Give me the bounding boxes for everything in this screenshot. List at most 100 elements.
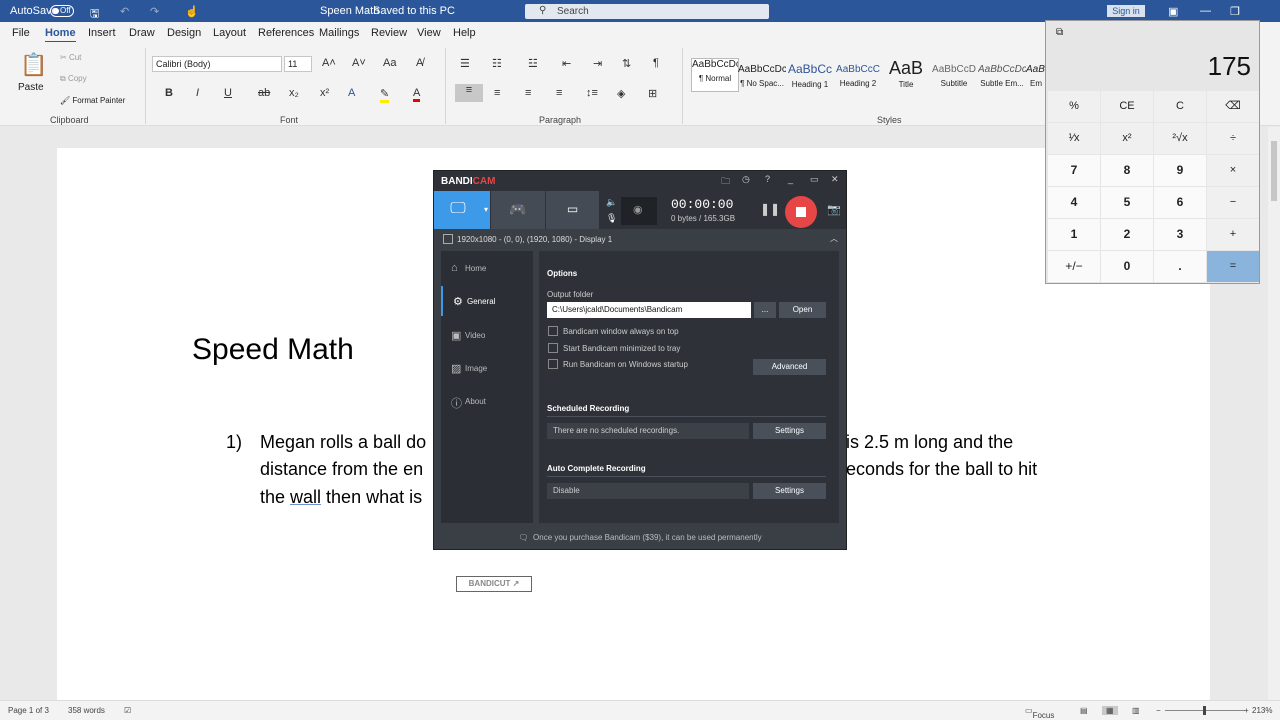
sidebar-item-image[interactable]: ▨ Image bbox=[441, 353, 533, 383]
tab-view[interactable]: View bbox=[417, 27, 441, 39]
font-name-select[interactable]: Calibri (Body) bbox=[152, 56, 282, 72]
always-on-top-checkbox[interactable] bbox=[548, 326, 558, 336]
undo-icon[interactable]: ↶ bbox=[120, 5, 129, 18]
search-box[interactable]: ⚲ Search bbox=[525, 4, 769, 19]
tab-design[interactable]: Design bbox=[167, 27, 201, 39]
align-center-icon[interactable]: ≡ bbox=[494, 87, 500, 99]
question-line-3[interactable]: the wall then what is bbox=[260, 487, 422, 508]
digit-7-key[interactable]: 7 bbox=[1048, 155, 1100, 186]
purchase-notice[interactable]: Once you purchase Bandicam ($39), it can… bbox=[533, 533, 762, 542]
grow-font-icon[interactable]: A˄ bbox=[322, 57, 336, 69]
folder-icon[interactable]: 🗀 bbox=[721, 174, 730, 190]
zoom-out-icon[interactable]: − bbox=[1156, 706, 1161, 715]
numbering-icon[interactable]: ☷ bbox=[492, 57, 502, 70]
add-key[interactable]: + bbox=[1207, 219, 1259, 250]
close-icon[interactable]: ✕ bbox=[831, 174, 839, 185]
negate-key[interactable]: +/− bbox=[1048, 251, 1100, 282]
font-color-icon[interactable]: A bbox=[413, 87, 421, 102]
minimize-icon[interactable]: — bbox=[1200, 5, 1211, 17]
saved-status[interactable]: Saved to this PC bbox=[373, 5, 455, 17]
equals-key[interactable]: = bbox=[1207, 251, 1259, 282]
subscript-icon[interactable]: x₂ bbox=[289, 87, 299, 99]
document-title[interactable]: Speed Math bbox=[192, 333, 354, 367]
line-spacing-icon[interactable]: ↕≡ bbox=[586, 87, 598, 99]
backspace-key[interactable]: ⌫ bbox=[1207, 91, 1259, 122]
sidebar-item-home[interactable]: ⌂ Home bbox=[441, 253, 533, 283]
style-heading-1[interactable]: AaBbCc Heading 1 bbox=[786, 62, 834, 89]
signin-button[interactable]: Sign in bbox=[1107, 5, 1145, 17]
device-mode-button[interactable]: ▭ bbox=[546, 191, 599, 229]
digit-9-key[interactable]: 9 bbox=[1154, 155, 1206, 186]
increase-indent-icon[interactable]: ⇥ bbox=[593, 57, 602, 70]
bandicut-button[interactable]: BANDICUT ↗ bbox=[456, 576, 532, 592]
paste-button[interactable]: Paste bbox=[18, 82, 44, 93]
square-root-key[interactable]: ²√x bbox=[1154, 123, 1206, 154]
digit-2-key[interactable]: 2 bbox=[1101, 219, 1153, 250]
tab-mailings[interactable]: Mailings bbox=[319, 27, 359, 39]
justify-icon[interactable]: ≡ bbox=[556, 87, 562, 99]
screenshot-icon[interactable]: 📷 bbox=[827, 203, 841, 216]
screen-mode-button[interactable]: 🖵 bbox=[434, 191, 482, 229]
bold-icon[interactable]: B bbox=[165, 87, 173, 99]
divide-key[interactable]: ÷ bbox=[1207, 123, 1259, 154]
scrollbar-thumb[interactable] bbox=[1271, 141, 1277, 201]
game-mode-button[interactable]: 🎮 bbox=[491, 191, 545, 229]
tab-draw[interactable]: Draw bbox=[129, 27, 155, 39]
multiply-key[interactable]: × bbox=[1207, 155, 1259, 186]
clear-entry-key[interactable]: CE bbox=[1101, 91, 1153, 122]
start-minimized-checkbox[interactable] bbox=[548, 343, 558, 353]
square-key[interactable]: x² bbox=[1101, 123, 1153, 154]
display-selector[interactable]: 1920x1080 - (0, 0), (1920, 1080) - Displ… bbox=[434, 229, 846, 249]
output-folder-input[interactable]: C:\Users\jcald\Documents\Bandicam bbox=[547, 302, 751, 318]
decrease-indent-icon[interactable]: ⇤ bbox=[562, 57, 571, 70]
pause-icon[interactable]: ❚❚ bbox=[760, 202, 780, 216]
zoom-slider-handle[interactable] bbox=[1203, 706, 1206, 715]
sort-icon[interactable]: ⇅ bbox=[622, 57, 631, 70]
advanced-button[interactable]: Advanced bbox=[753, 359, 826, 375]
multilevel-list-icon[interactable]: ☳ bbox=[528, 57, 538, 70]
read-mode-icon[interactable]: ▤ bbox=[1080, 706, 1088, 715]
digit-1-key[interactable]: 1 bbox=[1048, 219, 1100, 250]
screen-mode-dropdown[interactable]: ▾ bbox=[482, 191, 490, 229]
webcam-button[interactable]: ◉ bbox=[621, 197, 657, 225]
style-subtitle[interactable]: AaBbCcD Subtitle bbox=[930, 64, 978, 88]
record-stop-button[interactable] bbox=[785, 196, 817, 228]
copy-button[interactable]: ⧉ Copy bbox=[60, 74, 87, 84]
cut-button[interactable]: ✂ Cut bbox=[60, 53, 81, 62]
italic-icon[interactable]: I bbox=[196, 87, 199, 99]
digit-3-key[interactable]: 3 bbox=[1154, 219, 1206, 250]
reciprocal-key[interactable]: ¹⁄x bbox=[1048, 123, 1100, 154]
paste-icon[interactable]: 📋 bbox=[20, 52, 47, 78]
tab-insert[interactable]: Insert bbox=[88, 27, 116, 39]
borders-icon[interactable]: ⊞ bbox=[648, 87, 657, 100]
sidebar-item-about[interactable]: ⓘ About bbox=[441, 386, 533, 416]
tab-review[interactable]: Review bbox=[371, 27, 407, 39]
web-layout-icon[interactable]: ▥ bbox=[1132, 706, 1140, 715]
tab-home[interactable]: Home bbox=[45, 27, 76, 43]
question-line-2-right[interactable]: econds for the ball to hit bbox=[846, 459, 1037, 480]
proofing-icon[interactable]: ☑ bbox=[124, 706, 131, 715]
subtract-key[interactable]: − bbox=[1207, 187, 1259, 218]
sidebar-item-general[interactable]: ⚙ General bbox=[441, 286, 533, 316]
browse-button[interactable]: ... bbox=[754, 302, 776, 318]
run-on-startup-checkbox[interactable] bbox=[548, 359, 558, 369]
digit-6-key[interactable]: 6 bbox=[1154, 187, 1206, 218]
bandicam-titlebar[interactable]: BANDICAM 🗀 ◷ ? _ ▭ ✕ bbox=[434, 171, 846, 191]
focus-button[interactable]: ▭ Focus bbox=[1025, 706, 1054, 720]
text-effects-icon[interactable]: A bbox=[348, 87, 355, 99]
scheduled-settings-button[interactable]: Settings bbox=[753, 423, 826, 439]
print-layout-icon[interactable]: ▦ bbox=[1102, 706, 1118, 715]
bullets-icon[interactable]: ☰ bbox=[460, 57, 470, 70]
question-line-1-left[interactable]: Megan rolls a ball do bbox=[260, 432, 426, 453]
zoom-in-icon[interactable]: + bbox=[1244, 706, 1249, 715]
shrink-font-icon[interactable]: A˅ bbox=[352, 57, 366, 69]
style-title[interactable]: AaB Title bbox=[882, 58, 930, 89]
align-right-icon[interactable]: ≡ bbox=[525, 87, 531, 99]
clock-icon[interactable]: ◷ bbox=[742, 174, 750, 185]
calculator-window[interactable]: ⧉ 175 % CE C ⌫ ¹⁄x x² ²√x ÷ 7 8 9 × 4 5 … bbox=[1045, 20, 1260, 284]
underline-icon[interactable]: U bbox=[224, 87, 232, 99]
font-size-select[interactable]: 11 bbox=[284, 56, 312, 72]
shading-icon[interactable]: ◈ bbox=[617, 87, 625, 100]
redo-icon[interactable]: ↷ bbox=[150, 5, 159, 18]
superscript-icon[interactable]: x² bbox=[320, 87, 329, 99]
